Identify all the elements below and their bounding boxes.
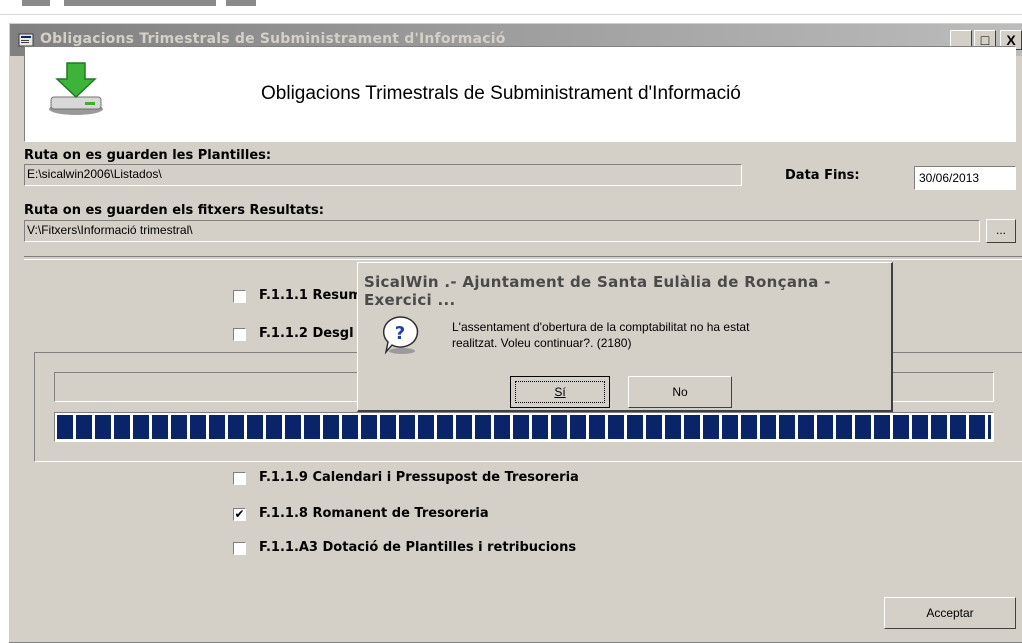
background-tab — [22, 0, 50, 6]
results-path-label: Ruta on es guarden els fitxers Resultats… — [24, 203, 324, 218]
date-label: Data Fins: — [785, 168, 860, 183]
results-path-field[interactable]: V:\Fitxers\Informació trimestral\ — [24, 220, 980, 242]
dialog-title: SicalWin .- Ajuntament de Santa Eulàlia … — [364, 273, 831, 309]
accept-button-label: Acceptar — [926, 606, 974, 620]
checkbox-box[interactable]: ✔ — [233, 508, 246, 521]
checkbox-label: F.1.1.8 Romanent de Tresoreria — [259, 506, 489, 521]
background-divider — [0, 14, 1022, 15]
checkbox-box[interactable] — [233, 472, 246, 485]
dialog-titlebar[interactable]: SicalWin .- Ajuntament de Santa Eulàlia … — [360, 265, 888, 309]
banner-title: Obligacions Trimestrals de Subministrame… — [261, 83, 741, 104]
checkbox-box[interactable] — [233, 542, 246, 555]
download-drive-icon — [49, 62, 103, 115]
window-title: Obligacions Trimestrals de Subministrame… — [40, 31, 506, 47]
confirm-dialog: SicalWin .- Ajuntament de Santa Eulàlia … — [357, 262, 893, 412]
question-icon: ? — [382, 316, 419, 355]
checkbox-label: F.1.1.9 Calendari i Pressupost de Tresor… — [259, 470, 579, 485]
background-strip — [0, 0, 1022, 20]
accept-button[interactable]: Acceptar — [884, 597, 1016, 629]
checkbox-label: F.1.1.1 Resum — [259, 288, 362, 303]
checkbox-box[interactable] — [233, 328, 246, 341]
background-tab — [64, 0, 216, 6]
checkbox-box[interactable] — [233, 290, 246, 303]
checkbox-label: F.1.1.2 Desgl — [259, 326, 354, 341]
dialog-message-line: L'assentament d'obertura de la comptabil… — [452, 320, 750, 334]
yes-button[interactable]: Sí — [510, 376, 610, 408]
background-tab — [226, 0, 256, 6]
date-field[interactable]: 30/06/2013 — [914, 166, 1016, 190]
section-divider — [24, 256, 1022, 260]
templates-path-field[interactable]: E:\sicalwin2006\Listados\ — [24, 164, 742, 186]
dialog-message-line: realitzat. Voleu continuar?. (2180) — [452, 336, 632, 350]
dialog-message: L'assentament d'obertura de la comptabil… — [452, 319, 749, 351]
svg-text:?: ? — [395, 323, 405, 344]
browse-button[interactable]: ... — [986, 219, 1016, 243]
progress-bar — [54, 412, 994, 442]
templates-path-label: Ruta on es guarden les Plantilles: — [24, 148, 272, 163]
checkbox-label: F.1.1.A3 Dotació de Plantilles i retribu… — [259, 540, 577, 555]
progress-fill — [57, 415, 991, 439]
no-button-label: No — [672, 385, 688, 399]
header-banner: Obligacions Trimestrals de Subministrame… — [24, 46, 1016, 142]
no-button[interactable]: No — [628, 376, 732, 408]
focus-rect — [515, 381, 605, 403]
